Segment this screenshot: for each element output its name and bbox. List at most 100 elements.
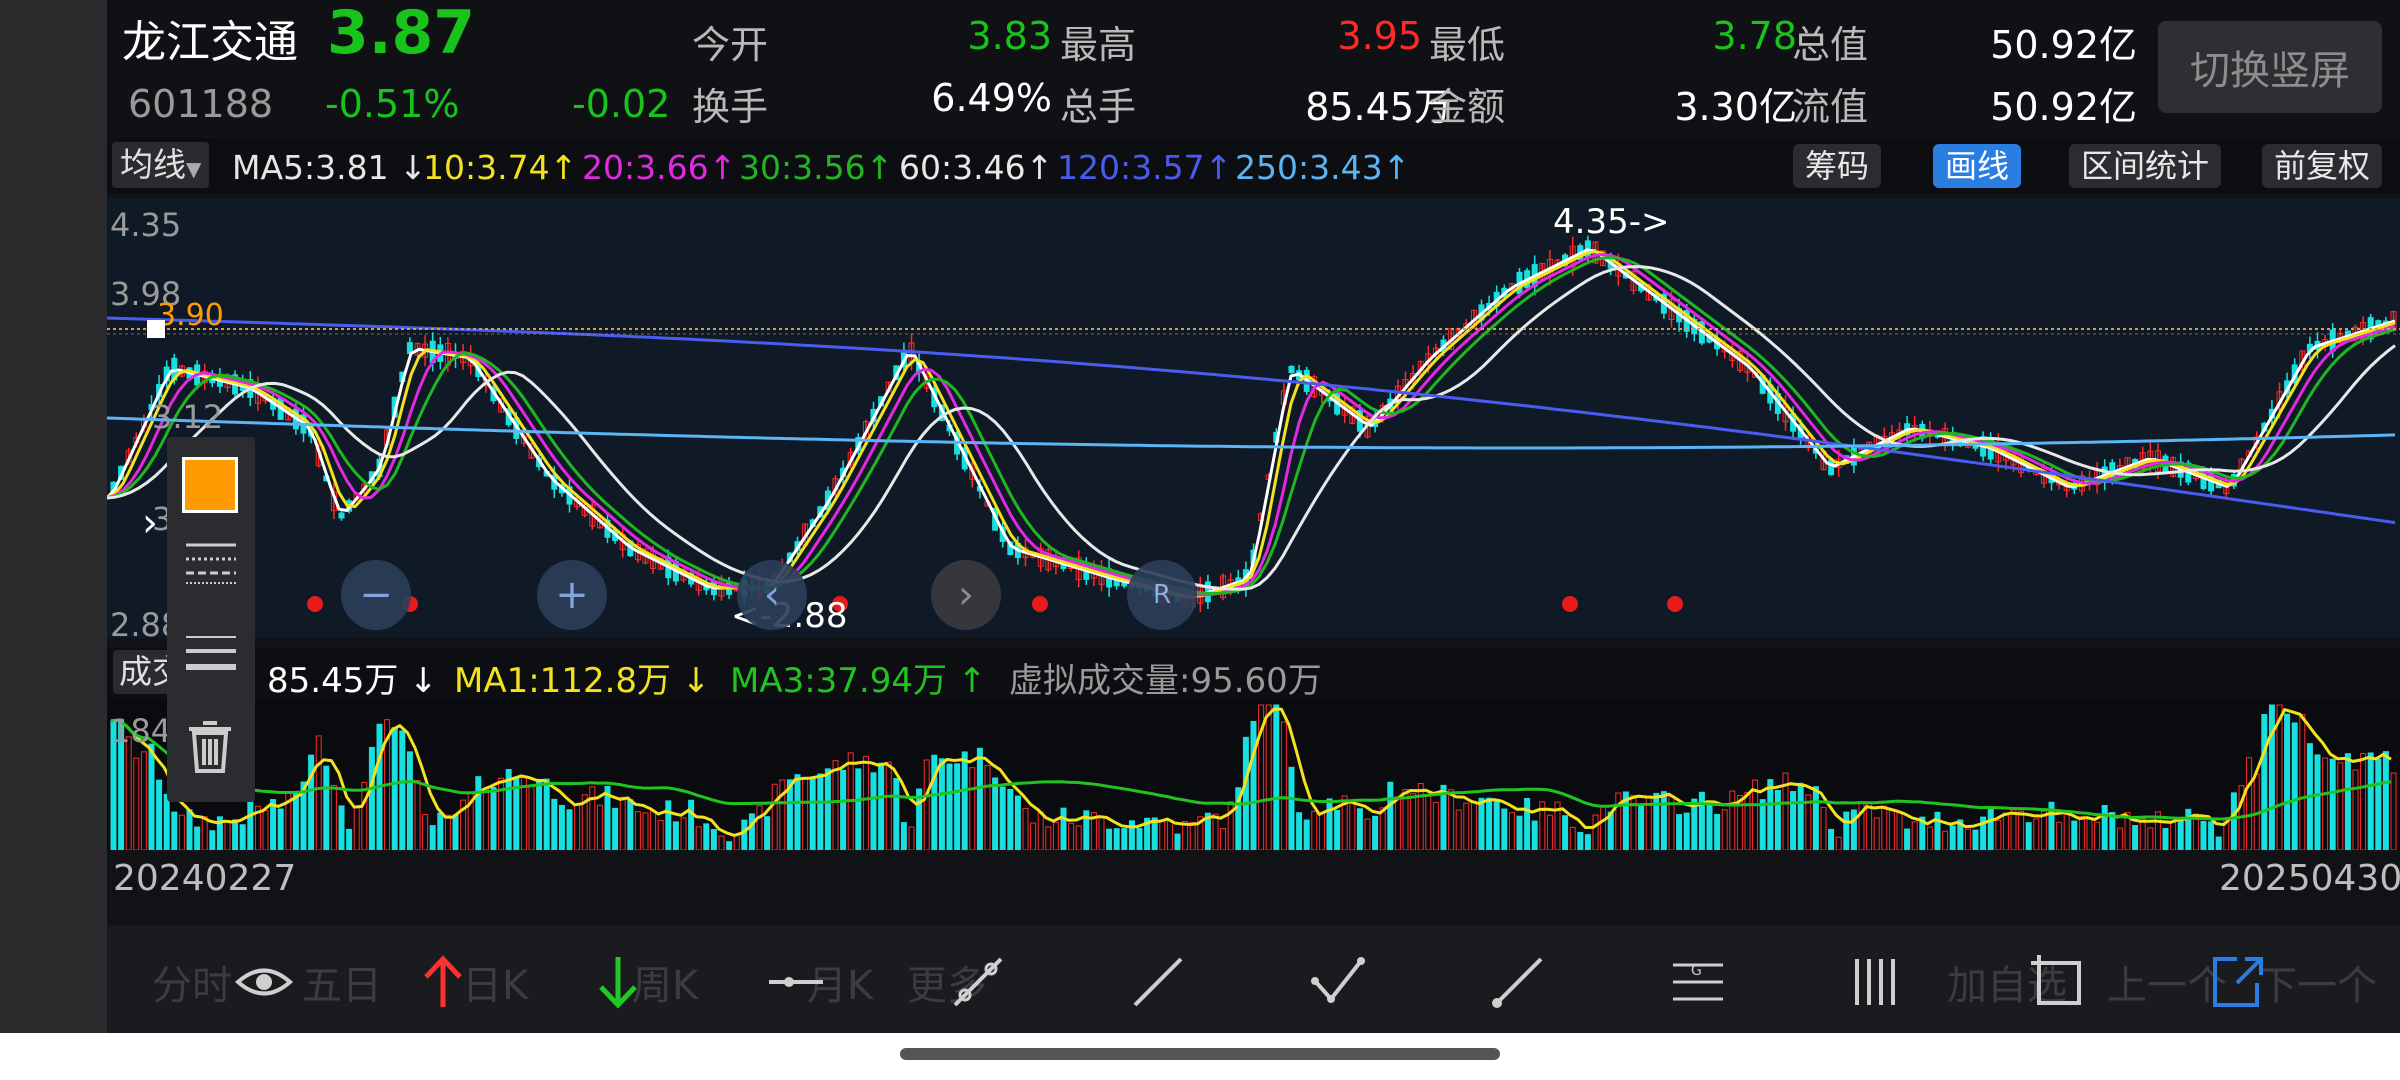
parallel-lines-icon[interactable] — [1847, 951, 1909, 1013]
switch-portrait-button[interactable]: 切换竖屏 — [2158, 21, 2382, 113]
scroll-right-button[interactable]: › — [931, 560, 1001, 630]
volume-bar — [239, 824, 246, 851]
tab-five-day[interactable]: 五日 — [302, 953, 382, 1011]
chips-button[interactable]: 筹码 — [1793, 144, 1882, 188]
ray-line-icon[interactable] — [1487, 951, 1549, 1013]
down-arrow-icon[interactable] — [587, 951, 649, 1013]
up-arrow-icon[interactable] — [412, 951, 474, 1013]
ma-selector-dropdown[interactable]: 均线▼ — [112, 142, 210, 188]
ma5-value: MA5:3.81 ↓ — [232, 148, 427, 187]
volume-bar — [878, 762, 885, 851]
volume-bar — [900, 822, 907, 851]
volume-bar — [840, 769, 847, 851]
volume-bar — [247, 800, 254, 851]
volume-indicator-bar: 成交量 85.45万 ↓ MA1:112.8万 ↓ MA3:37.94万 ↑ 虚… — [107, 648, 2400, 701]
volume-bar — [627, 799, 634, 851]
volume-bar — [741, 819, 748, 851]
golden-ratio-icon[interactable]: G — [1667, 951, 1729, 1013]
range-stats-button[interactable]: 区间统计 — [2069, 144, 2222, 188]
draw-style-palette — [167, 437, 255, 802]
float-value-label: 流值 — [1792, 85, 1869, 129]
line-style-icon[interactable] — [181, 537, 241, 587]
draw-line-handle[interactable] — [147, 320, 165, 338]
trash-icon[interactable] — [185, 719, 235, 775]
volume-bar — [1843, 811, 1850, 851]
system-home-indicator[interactable] — [900, 1048, 1500, 1060]
volume-bar — [536, 780, 543, 851]
segment-line-icon[interactable] — [947, 951, 1009, 1013]
volume-bar — [1174, 833, 1181, 851]
change-amount: -0.02 — [572, 82, 671, 126]
quote-header: 龙江交通 3.87 601188 -0.51% -0.02 今开 3.83 最高… — [107, 0, 2400, 135]
end-date: 20250430 — [2219, 858, 2400, 899]
volume-bar — [277, 808, 284, 851]
volume-ma3: MA3:37.94万 ↑ — [730, 661, 987, 701]
volume-bar — [1698, 791, 1705, 851]
line-width-icon[interactable] — [181, 627, 241, 677]
reset-button[interactable]: R — [1127, 560, 1197, 630]
volume-bar — [946, 763, 953, 851]
eye-icon[interactable] — [233, 951, 295, 1013]
horizontal-line-icon[interactable] — [765, 951, 827, 1013]
polyline-icon[interactable] — [1307, 951, 1369, 1013]
volume-bar — [368, 746, 375, 851]
volume-bar — [338, 805, 345, 851]
volume-bar — [429, 825, 436, 851]
event-marker-dot[interactable] — [1667, 596, 1683, 612]
open-label: 今开 — [692, 23, 769, 67]
volume-bar — [1288, 766, 1295, 851]
ma20-value: 20:3.66↑ — [582, 148, 737, 187]
event-marker-dot[interactable] — [1032, 596, 1048, 612]
volume-bar — [558, 804, 565, 851]
volume-bar — [163, 793, 170, 851]
volume-bar — [1303, 819, 1310, 851]
event-marker-dot[interactable] — [307, 596, 323, 612]
zoom-out-button[interactable]: − — [341, 560, 411, 630]
turnover-label: 换手 — [692, 85, 769, 129]
zoom-in-button[interactable]: + — [537, 560, 607, 630]
tab-intraday[interactable]: 分时 — [152, 953, 232, 1011]
high-value: 3.95 — [1337, 14, 1422, 58]
scroll-left-button[interactable]: ‹ — [737, 560, 807, 630]
volume-bar — [809, 778, 816, 851]
ma30-value: 30:3.56↑ — [739, 148, 894, 187]
straight-line-icon[interactable] — [1127, 951, 1189, 1013]
volume-bar — [1136, 828, 1143, 851]
kline-chart[interactable]: 4.35 3.98 3.12 3.2 2.88 3.90 4.35-> <-2.… — [105, 198, 2400, 644]
volume-bar — [855, 768, 862, 851]
volume-bar — [1577, 831, 1584, 851]
volume-bar — [2329, 758, 2336, 851]
volume-bar — [2314, 754, 2321, 851]
volume-bar — [1562, 815, 1569, 851]
draw-line-button[interactable]: 画线 — [1933, 144, 2022, 188]
total-hands-label: 总手 — [1060, 85, 1137, 129]
total-value: 50.92亿 — [1990, 23, 2137, 67]
volume-bar — [270, 799, 277, 851]
volume-bar — [1121, 828, 1128, 851]
expand-arrow-icon[interactable]: › — [142, 500, 158, 546]
total-hands-value: 85.45万 — [1305, 85, 1452, 129]
volume-bar — [976, 747, 983, 851]
next-button[interactable]: 下一个 — [2257, 953, 2377, 1011]
volume-bar — [1493, 798, 1500, 851]
reset-icon: R — [1152, 580, 1172, 610]
volume-bar — [2382, 751, 2389, 851]
volume-bar — [2230, 792, 2237, 851]
volume-bar — [1767, 779, 1774, 851]
share-export-icon[interactable] — [2207, 951, 2269, 1013]
volume-bar — [543, 778, 550, 851]
volume-bar — [1524, 797, 1531, 851]
forward-adjust-button[interactable]: 前复权 — [2262, 144, 2383, 188]
volume-bar — [893, 778, 900, 851]
rectangle-icon[interactable] — [2027, 951, 2089, 1013]
volume-bar — [1653, 792, 1660, 851]
volume-bar — [672, 821, 679, 851]
volume-bar — [156, 779, 163, 851]
total-value-label: 总值 — [1792, 23, 1869, 67]
chevron-right-icon: › — [958, 572, 974, 618]
color-picker-swatch[interactable] — [182, 457, 238, 513]
volume-bar — [399, 730, 406, 851]
volume-bar — [1987, 808, 1994, 851]
volume-chart[interactable]: 184.9 — [107, 700, 2400, 851]
event-marker-dot[interactable] — [1562, 596, 1578, 612]
